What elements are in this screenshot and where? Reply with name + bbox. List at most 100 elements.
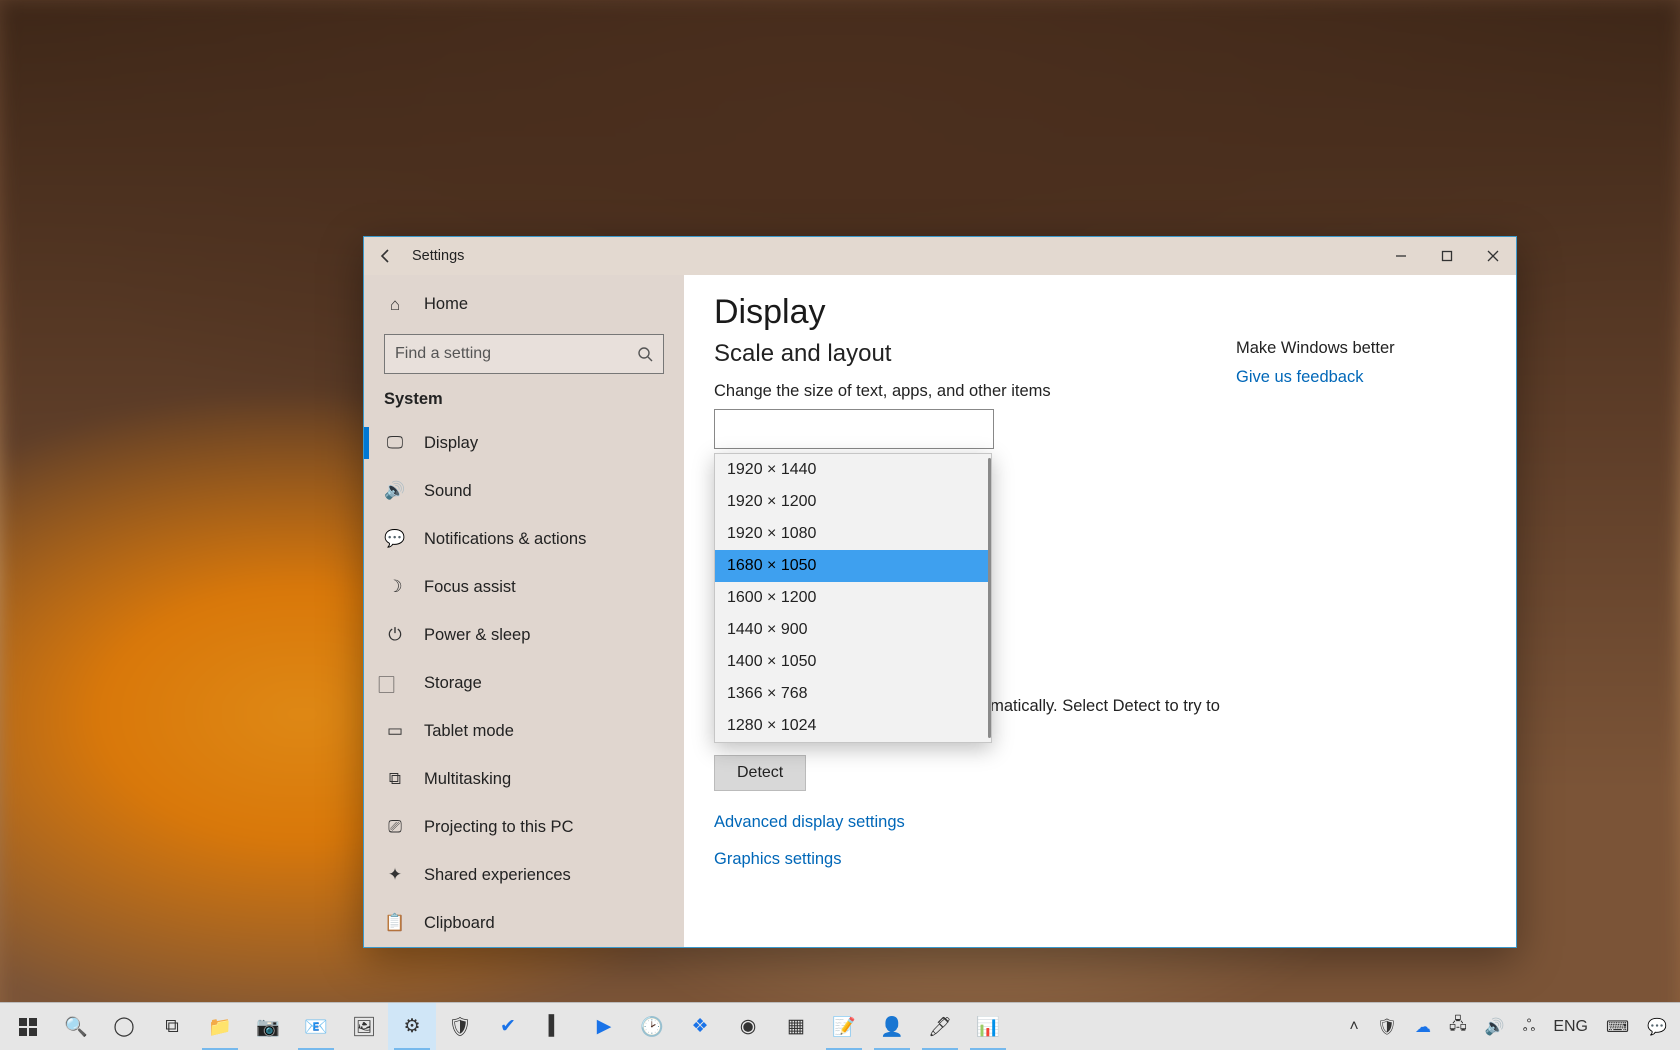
taskview-icon: ⧉ [165,1016,179,1038]
resolution-option[interactable]: 1400 × 1050 [715,646,991,678]
settings-app[interactable]: ⚙ [388,1003,436,1050]
nav-label: Tablet mode [424,722,514,741]
photos-app[interactable]: 🖼 [340,1003,388,1050]
resolution-option[interactable]: 1920 × 1440 [715,454,991,486]
nav-icon: ▭ [384,721,406,741]
tray-overflow[interactable]: ˄ [1340,1003,1367,1050]
nav-label: Power & sleep [424,626,530,645]
resolution-option[interactable]: 1920 × 1080 [715,518,991,550]
arrow-left-icon [378,248,394,264]
tray-language[interactable]: ENG [1544,1003,1597,1050]
window-title: Settings [412,248,464,264]
sidebar-item-sound[interactable]: 🔊Sound [364,467,684,515]
people-app[interactable]: 👤 [868,1003,916,1050]
sidebar-item-tablet-mode[interactable]: ▭ Tablet mode [364,707,684,755]
sidebar-item-clipboard[interactable]: 📋Clipboard [364,899,684,947]
scale-combobox[interactable] [714,409,994,449]
camera-app[interactable]: 📷 [244,1003,292,1050]
search-input[interactable]: Find a setting [384,334,664,374]
people-icon: 👤 [880,1015,904,1039]
mail-app[interactable]: 📧 [292,1003,340,1050]
sidebar-item-projecting-to-this-pc[interactable]: ⎚Projecting to this PC [364,803,684,851]
section-label: System [364,384,684,419]
tray-security[interactable]: 🛡 [1368,1003,1406,1050]
chart-icon: 📊 [976,1015,1000,1039]
security-app[interactable]: 🛡 [436,1003,484,1050]
sidebar-item-power-sleep[interactable]: ⏻ Power & sleep [364,611,684,659]
start-button[interactable] [4,1003,52,1050]
chart-app[interactable]: 📊 [964,1003,1012,1050]
maximize-button[interactable] [1424,237,1470,275]
tray-access[interactable]: ஃ [1514,1003,1545,1050]
close-button[interactable] [1470,237,1516,275]
section-title: Scale and layout [714,340,1226,368]
powershell-app[interactable]: ▶ [580,1003,628,1050]
taskbar-search[interactable]: 🔍 [52,1003,100,1050]
pen-app[interactable]: 🖊 [916,1003,964,1050]
notepad-app[interactable]: 📝 [820,1003,868,1050]
photos-icon: 🖼 [352,1015,376,1039]
resolution-dropdown[interactable]: 1920 × 14401920 × 12001920 × 10801680 × … [714,453,992,743]
dropdown-scrollbar[interactable] [988,458,991,738]
resolution-option[interactable]: 1680 × 1050 [715,550,991,582]
sidebar-item-display[interactable]: 🖵Display [364,419,684,467]
terminal-app[interactable]: ▍ [532,1003,580,1050]
mail-icon: 📧 [304,1015,328,1039]
tray-onedrive[interactable]: ☁ [1406,1003,1440,1050]
clock-icon: 🕑 [640,1015,664,1039]
feedback-link-label: Give us feedback [1236,368,1364,386]
sidebar-item-focus-assist[interactable]: ☽Focus assist [364,563,684,611]
vscode-icon: ❖ [691,1015,708,1038]
detect-button[interactable]: Detect [714,755,806,791]
notepad-icon: 📝 [832,1015,856,1039]
resolution-option[interactable]: 1366 × 768 [715,678,991,710]
sidebar-item-multitasking[interactable]: ⧉Multitasking [364,755,684,803]
action-center[interactable]: 💬 [1638,1003,1676,1050]
windows-icon [19,1018,37,1036]
feedback-link[interactable]: Give us feedback [1236,368,1486,387]
resolution-option[interactable]: 1280 × 1024 [715,710,991,742]
tray-keyboard[interactable]: ⌨ [1597,1003,1638,1050]
advanced-display-link[interactable]: Advanced display settings [714,813,1226,832]
sidebar-item-shared-experiences[interactable]: ✦Shared experiences [364,851,684,899]
minimize-icon [1395,250,1407,262]
minimize-button[interactable] [1378,237,1424,275]
chevron-up-icon: ˄ [1349,1018,1358,1036]
nav-icon: 🔊 [384,481,406,501]
cortana-button[interactable]: ◯ [100,1003,148,1050]
sidebar: ⌂ Home Find a setting System 🖵Display🔊So… [364,275,684,947]
nav-icon: ⧉ [384,769,406,789]
nav-label: Clipboard [424,914,495,933]
tray-volume[interactable]: 🔊 [1476,1003,1514,1050]
folder-icon: 📁 [208,1015,232,1039]
sidebar-item-storage[interactable]: ⃞Storage [364,659,684,707]
chrome-app[interactable]: ◉ [724,1003,772,1050]
taskbar: 🔍 ◯ ⧉ 📁 📷 📧 🖼 ⚙ 🛡 ✔ ▍ ▶ 🕑 ❖ ◉ ▦ 📝 👤 🖊 📊 … [0,1002,1680,1050]
nav-label: Focus assist [424,578,516,597]
sidebar-item-notifications-actions[interactable]: 💬 Notifications & actions [364,515,684,563]
clock-app[interactable]: 🕑 [628,1003,676,1050]
nav-icon: ⏻ [384,625,406,645]
resolution-option[interactable]: 1920 × 1200 [715,486,991,518]
nav-label: Display [424,434,478,453]
resolution-option[interactable]: 1440 × 900 [715,614,991,646]
vscode-app[interactable]: ❖ [676,1003,724,1050]
task-view-button[interactable]: ⧉ [148,1003,196,1050]
tray-network[interactable]: 🖧 [1440,1003,1476,1050]
todo-app[interactable]: ✔ [484,1003,532,1050]
news-icon: ▦ [787,1015,805,1038]
resolution-option[interactable]: 1600 × 1200 [715,582,991,614]
advanced-display-link-label: Advanced display settings [714,813,905,831]
lang-label: ENG [1553,1018,1588,1036]
maximize-icon [1441,250,1453,262]
nav-icon: ⎚ [384,817,406,837]
nav-label: Notifications & actions [424,530,586,549]
nav-icon: ✦ [384,865,406,885]
home-nav[interactable]: ⌂ Home [364,283,684,326]
network-icon: 🖧 [1449,1013,1467,1040]
back-button[interactable] [364,237,408,275]
nav-icon: 💬 [384,529,406,549]
file-explorer[interactable]: 📁 [196,1003,244,1050]
graphics-settings-link[interactable]: Graphics settings [714,850,1226,869]
news-app[interactable]: ▦ [772,1003,820,1050]
